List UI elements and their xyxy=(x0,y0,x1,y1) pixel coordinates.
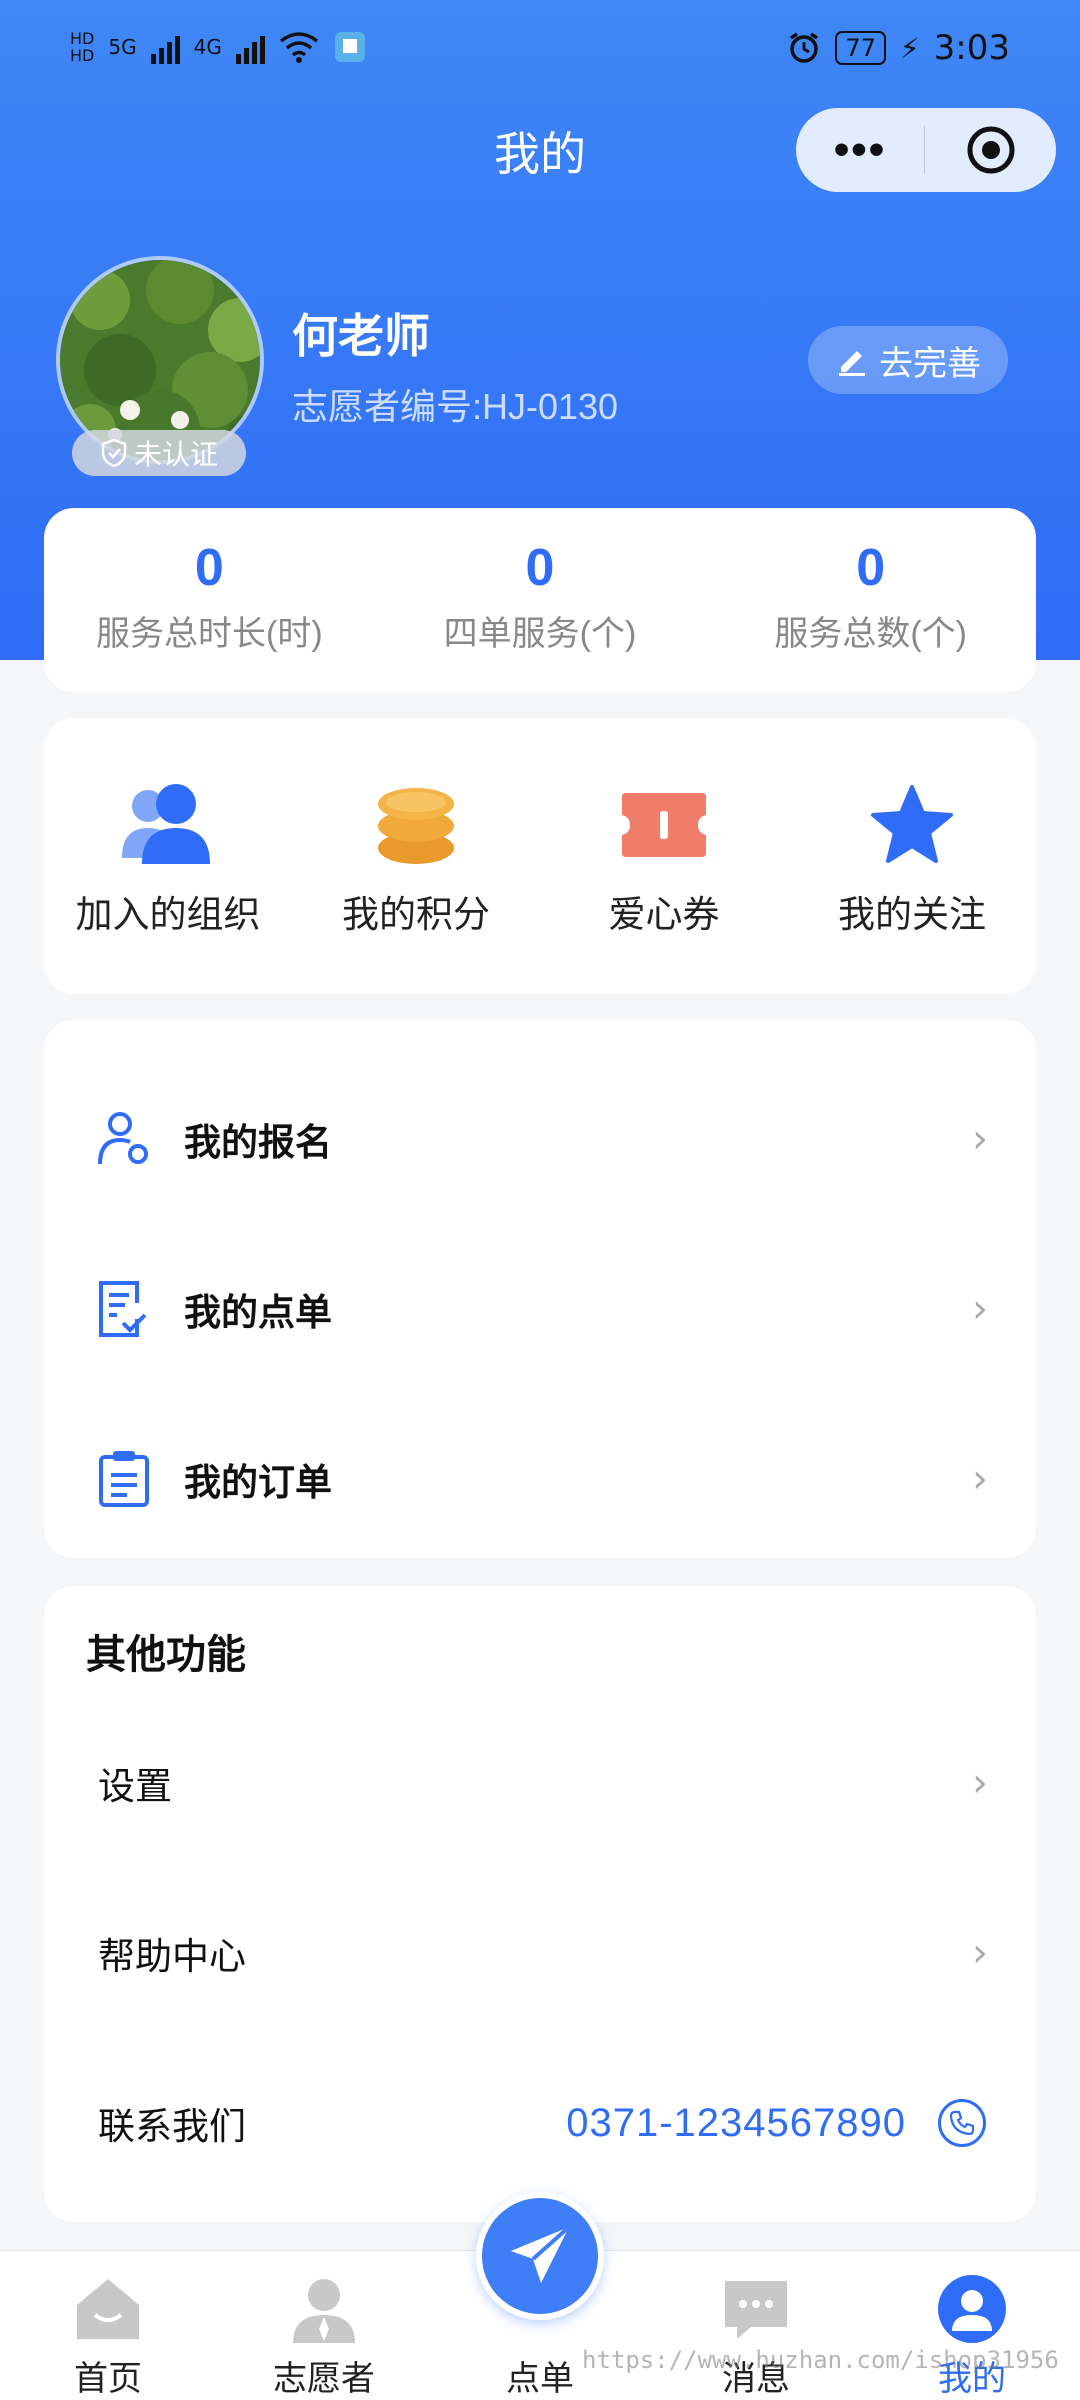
mini-program-capsule: ••• xyxy=(796,108,1056,192)
chevron-right-icon: › xyxy=(972,1930,988,1976)
tab-home[interactable]: 首页 xyxy=(18,2251,198,2400)
complete-profile-button[interactable]: 去完善 xyxy=(808,326,1008,394)
quick-love-coupon[interactable]: 爱心券 xyxy=(540,718,788,994)
contact-us-row[interactable]: 联系我们 0371-1234567890 xyxy=(44,2038,1036,2208)
quick-joined-orgs[interactable]: 加入的组织 xyxy=(44,718,292,994)
section-title: 其他功能 xyxy=(86,1633,246,1677)
stat-value: 0 xyxy=(856,539,886,597)
my-activity-card: 我的报名 › 我的点单 › 我的订单 › xyxy=(44,1020,1036,1558)
menu-my-registrations[interactable]: 我的报名 › xyxy=(44,1054,1036,1224)
signal-icon xyxy=(150,30,180,64)
home-icon xyxy=(77,2279,139,2339)
stat-service-hours[interactable]: 0 服务总时长(时) xyxy=(44,508,375,692)
stat-service-total[interactable]: 0 服务总数(个) xyxy=(705,508,1036,692)
menu-label: 我的报名 xyxy=(184,1122,332,1163)
phone-icon[interactable] xyxy=(938,2099,986,2147)
other-functions-card: 其他功能 设置 › 帮助中心 › 联系我们 0371-1234567890 xyxy=(44,1586,1036,2222)
settings-row[interactable]: 设置 › xyxy=(44,1698,1036,1868)
status-right: 77 ⚡ 3:03 xyxy=(787,28,1010,68)
app-notification-icon xyxy=(334,32,365,62)
tab-volunteer[interactable]: 志愿者 xyxy=(234,2251,414,2400)
quick-my-points[interactable]: 我的积分 xyxy=(292,718,540,994)
target-icon xyxy=(967,126,1014,174)
alarm-icon xyxy=(790,32,819,63)
net-4g: 4G xyxy=(193,35,222,59)
stat-value: 0 xyxy=(525,539,555,597)
chevron-right-icon: › xyxy=(972,1286,988,1332)
chevron-right-icon: › xyxy=(972,1760,988,1806)
message-icon xyxy=(725,2281,787,2339)
menu-label: 我的点单 xyxy=(184,1292,332,1333)
quick-actions-card: 加入的组织 我的积分 爱心券 我的关注 xyxy=(44,718,1036,994)
more-menu-button[interactable]: ••• xyxy=(796,108,924,192)
net-5g: 5G xyxy=(108,35,137,59)
close-mini-program-button[interactable] xyxy=(925,124,1056,176)
contact-us-label: 联系我们 xyxy=(98,2106,246,2147)
volunteer-id: 志愿者编号:HJ-0130 xyxy=(292,386,619,427)
verification-status-badge: 未认证 xyxy=(72,430,246,476)
order-fab-button[interactable] xyxy=(476,2192,604,2320)
verification-label: 未认证 xyxy=(133,439,218,470)
quick-label: 加入的组织 xyxy=(75,894,261,935)
watermark: https://www.huzhan.com/ishop31956 xyxy=(582,2346,1059,2374)
clipboard-icon xyxy=(99,1451,149,1507)
checklist-icon xyxy=(99,1281,147,1337)
tab-label: 首页 xyxy=(74,2360,142,2398)
help-center-label: 帮助中心 xyxy=(98,1936,246,1977)
user-name: 何老师 xyxy=(292,310,430,362)
complete-profile-label: 去完善 xyxy=(879,344,981,383)
stat-label: 服务总时长(时) xyxy=(96,615,323,653)
tab-messages[interactable]: 消息 xyxy=(666,2251,846,2400)
help-center-row[interactable]: 帮助中心 › xyxy=(44,1868,1036,2038)
shield-icon xyxy=(101,438,127,468)
quick-label: 爱心券 xyxy=(608,894,720,935)
star-icon xyxy=(871,785,953,863)
network-indicators: HD HD 5G 4G xyxy=(70,30,367,64)
phone-glyph xyxy=(949,2110,975,2136)
menu-my-orders[interactable]: 我的订单 › xyxy=(44,1394,1036,1564)
quick-my-follows[interactable]: 我的关注 xyxy=(788,718,1036,994)
tab-mine[interactable]: 我的 xyxy=(882,2251,1062,2400)
settings-label: 设置 xyxy=(98,1766,172,1807)
quick-label: 我的积分 xyxy=(342,894,490,935)
edit-icon xyxy=(839,351,865,376)
ticket-icon xyxy=(622,793,706,857)
battery-icon: 77 xyxy=(835,31,886,65)
stats-card: 0 服务总时长(时) 0 四单服务(个) 0 服务总数(个) xyxy=(44,508,1036,692)
charging-icon: ⚡ xyxy=(899,31,920,65)
menu-my-order-requests[interactable]: 我的点单 › xyxy=(44,1224,1036,1394)
profile-icon xyxy=(938,2275,1006,2343)
clock: 3:03 xyxy=(933,28,1010,68)
stat-label: 服务总数(个) xyxy=(774,615,967,653)
user-sign-icon xyxy=(98,1112,148,1165)
volunteer-icon xyxy=(293,2279,355,2343)
signal-icon-2 xyxy=(235,30,265,64)
chevron-right-icon: › xyxy=(972,1456,988,1502)
stat-four-orders[interactable]: 0 四单服务(个) xyxy=(375,508,706,692)
people-icon xyxy=(122,784,210,864)
coins-icon xyxy=(378,788,454,864)
menu-label: 我的订单 xyxy=(184,1462,332,1503)
contact-phone-number[interactable]: 0371-1234567890 xyxy=(566,2101,906,2146)
stat-label: 四单服务(个) xyxy=(443,615,637,653)
quick-label: 我的关注 xyxy=(838,894,986,935)
stat-value: 0 xyxy=(194,539,224,597)
tab-label: 志愿者 xyxy=(273,2360,375,2398)
wifi-icon xyxy=(279,32,318,63)
paper-plane-icon xyxy=(511,2225,571,2283)
hd-icon: HD HD xyxy=(70,29,95,65)
chevron-right-icon: › xyxy=(972,1116,988,1162)
status-bar: HD HD 5G 4G 77 ⚡ 3:03 xyxy=(0,0,1080,104)
